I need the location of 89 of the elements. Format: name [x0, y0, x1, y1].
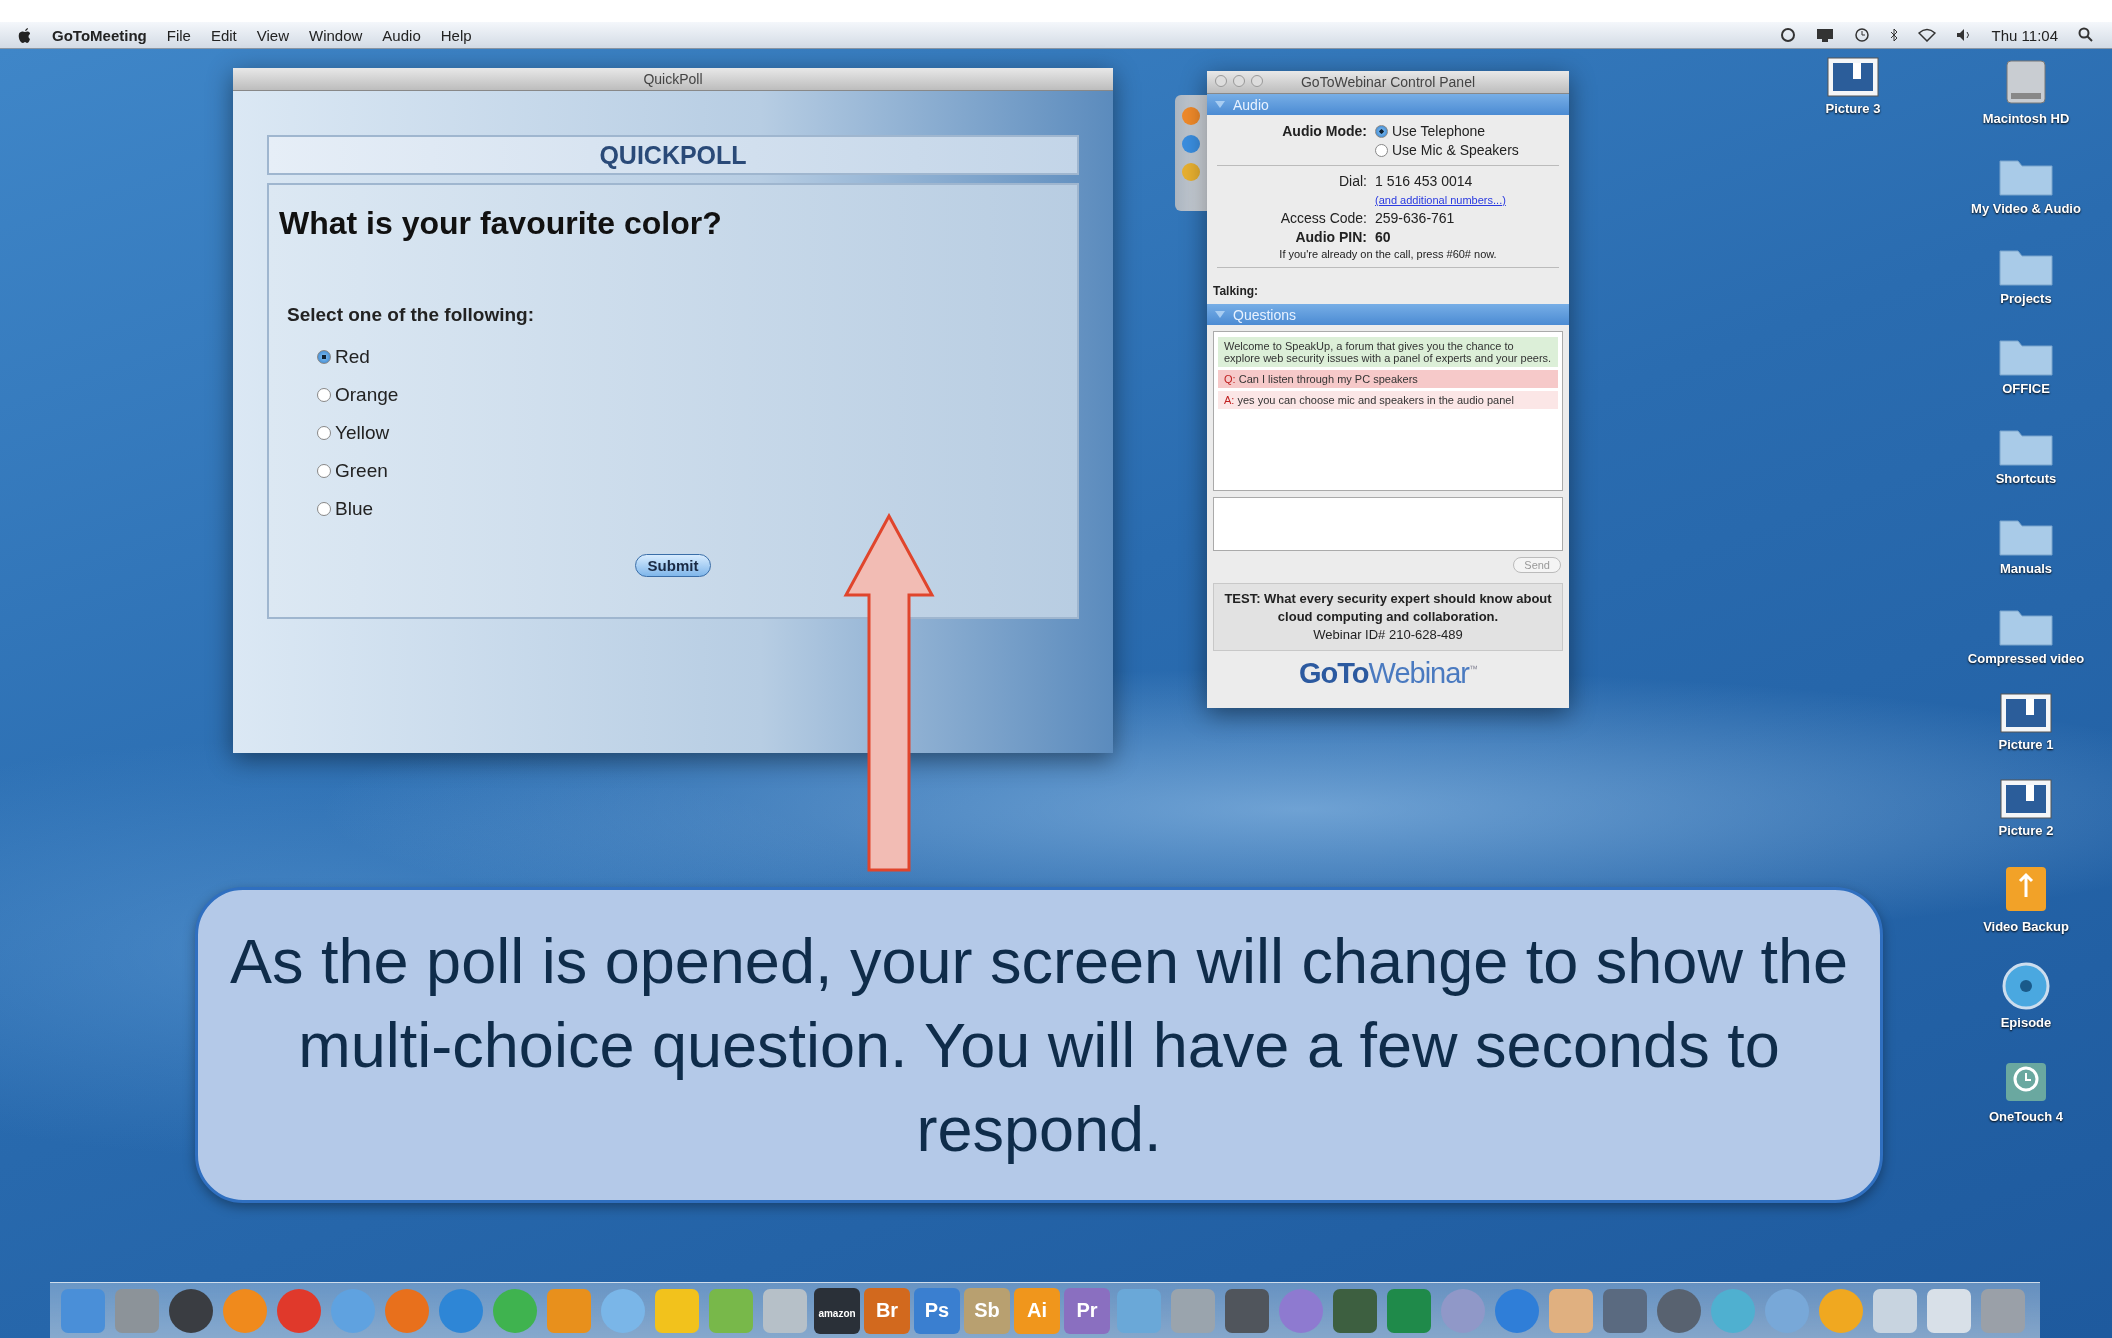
wifi-icon[interactable]	[1917, 28, 1936, 42]
field-label: Audio PIN:	[1294, 229, 1367, 245]
poll-question: What is your favourite color?	[279, 205, 723, 242]
disclosure-icon	[1215, 101, 1225, 108]
icon-label[interactable]: Episode	[2000, 1015, 2052, 1030]
audio-pin: 60	[1375, 229, 1392, 245]
menu-item[interactable]: Window	[309, 26, 363, 44]
disc-icon	[2001, 961, 2051, 1011]
radio-button[interactable]	[1375, 124, 1388, 138]
poll-heading: QUICKPOLL	[267, 135, 1079, 175]
option-label: Red	[335, 346, 370, 368]
power-icon[interactable]	[1779, 27, 1796, 43]
submit-button[interactable]: Submit	[634, 554, 712, 577]
option-label: Use Telephone	[1392, 123, 1486, 139]
clock-icon[interactable]	[1853, 27, 1870, 43]
icon-label[interactable]: My Video & Audio	[1971, 201, 2081, 216]
menu-item[interactable]: Audio	[382, 26, 421, 44]
option-label: Yellow	[335, 422, 390, 444]
logo: GoToWebinar$^{™}$	[1298, 657, 1478, 690]
icon-label[interactable]: OFFICE	[2002, 381, 2050, 396]
section-title: Audio	[1233, 96, 1269, 113]
callout-text: As the poll is opened, your screen will change to show the multi-choice question. You will have a few seconds to respond.	[229, 925, 1849, 1166]
radio-button[interactable]	[317, 502, 331, 516]
menu-item[interactable]: Edit	[210, 26, 237, 44]
dial-number: 1 516 453 0014	[1375, 173, 1474, 189]
icon-label[interactable]: Video Backup	[1983, 919, 2069, 934]
talking-label: Talking:	[1212, 283, 1260, 300]
zoom-icon[interactable]	[1251, 75, 1263, 87]
numbers-link[interactable]: (and additional numbers...)	[1375, 194, 1506, 206]
field-label: Audio Mode:	[1281, 123, 1367, 139]
option-label: Use Mic & Speakers	[1392, 142, 1519, 158]
app-icon[interactable]: Pr	[1064, 1287, 1110, 1334]
volume-icon[interactable]	[1955, 28, 1972, 42]
radio-button[interactable]	[317, 464, 331, 478]
option-label: Blue	[335, 498, 374, 520]
option-label: Orange	[335, 384, 399, 406]
app-menu[interactable]: GoToMeeting	[52, 26, 147, 44]
bluetooth-icon[interactable]	[1889, 28, 1898, 42]
minimize-icon[interactable]	[1233, 75, 1245, 87]
icon-label[interactable]: Projects	[2000, 291, 2052, 306]
poll-instruction: Select one of the following:	[287, 304, 535, 326]
icon-label[interactable]: Macintosh HD	[1982, 111, 2070, 126]
icon-label[interactable]: OneTouch 4	[1988, 1109, 2064, 1124]
picture-icon	[2000, 779, 2052, 819]
webinar-id: Webinar ID# 210-628-489	[1312, 626, 1464, 644]
icon-label[interactable]: Picture 3	[1825, 101, 1881, 116]
close-icon[interactable]	[1215, 75, 1227, 87]
app-icon[interactable]	[1927, 1288, 1971, 1333]
message: Q: Can I listen through my PC speakers	[1218, 370, 1558, 388]
menu-clock[interactable]: Thu 11:04	[1991, 26, 2058, 44]
question-input[interactable]	[1213, 497, 1563, 551]
option-label: Green	[335, 460, 388, 482]
drawer-tab[interactable]	[1175, 95, 1207, 211]
menu-item[interactable]: Help	[440, 26, 472, 44]
picture-icon	[1827, 57, 1879, 97]
app-icon[interactable]: Ps	[914, 1287, 960, 1334]
section-title: Questions	[1233, 306, 1297, 323]
window-title: GoToWebinar Control Panel	[1207, 71, 1569, 94]
message: Welcome to SpeakUp, a forum that gives you the chance to explore web security issues with a panel of experts and your peers.	[1218, 337, 1558, 367]
icon-label[interactable]: Shortcuts	[1995, 471, 2057, 486]
app-icon[interactable]	[1333, 1288, 1377, 1333]
icon-label[interactable]: Compressed video	[1967, 651, 2085, 666]
field-label: Access Code:	[1279, 210, 1367, 226]
app-icon[interactable]	[169, 1288, 213, 1333]
field-label: Dial:	[1338, 173, 1367, 189]
apple-icon[interactable]	[18, 27, 32, 43]
window-title: QuickPoll	[233, 68, 1113, 91]
access-code: 259-636-761	[1375, 210, 1456, 226]
app-icon[interactable]	[1873, 1288, 1917, 1333]
radio-button[interactable]	[317, 388, 331, 402]
app-icon[interactable]: Br	[864, 1287, 910, 1334]
radio-button[interactable]	[1375, 143, 1388, 157]
webinar-title: TEST: What every security expert should know about cloud computing and collaboration.	[1224, 590, 1552, 626]
disclosure-icon	[1215, 311, 1225, 318]
app-icon[interactable]	[1657, 1288, 1701, 1333]
radio-button[interactable]	[317, 350, 331, 364]
search-icon[interactable]	[2078, 27, 2094, 43]
call-note: If you're already on the call, press #60# now.	[1278, 248, 1498, 260]
icon-label[interactable]: Manuals	[2000, 561, 2052, 576]
picture-icon	[2000, 693, 2052, 733]
radio-button[interactable]	[317, 426, 331, 440]
icon-label[interactable]: Picture 1	[1998, 737, 2054, 752]
message: A: yes you can choose mic and speakers in the audio panel	[1218, 391, 1558, 409]
app-icon[interactable]: amazon	[814, 1287, 860, 1334]
menu-item[interactable]: File	[166, 26, 191, 44]
menu-item[interactable]: View	[256, 26, 289, 44]
monitor-icon[interactable]	[1815, 28, 1834, 42]
icon-label[interactable]: Picture 2	[1998, 823, 2054, 838]
app-icon[interactable]	[1225, 1288, 1269, 1333]
